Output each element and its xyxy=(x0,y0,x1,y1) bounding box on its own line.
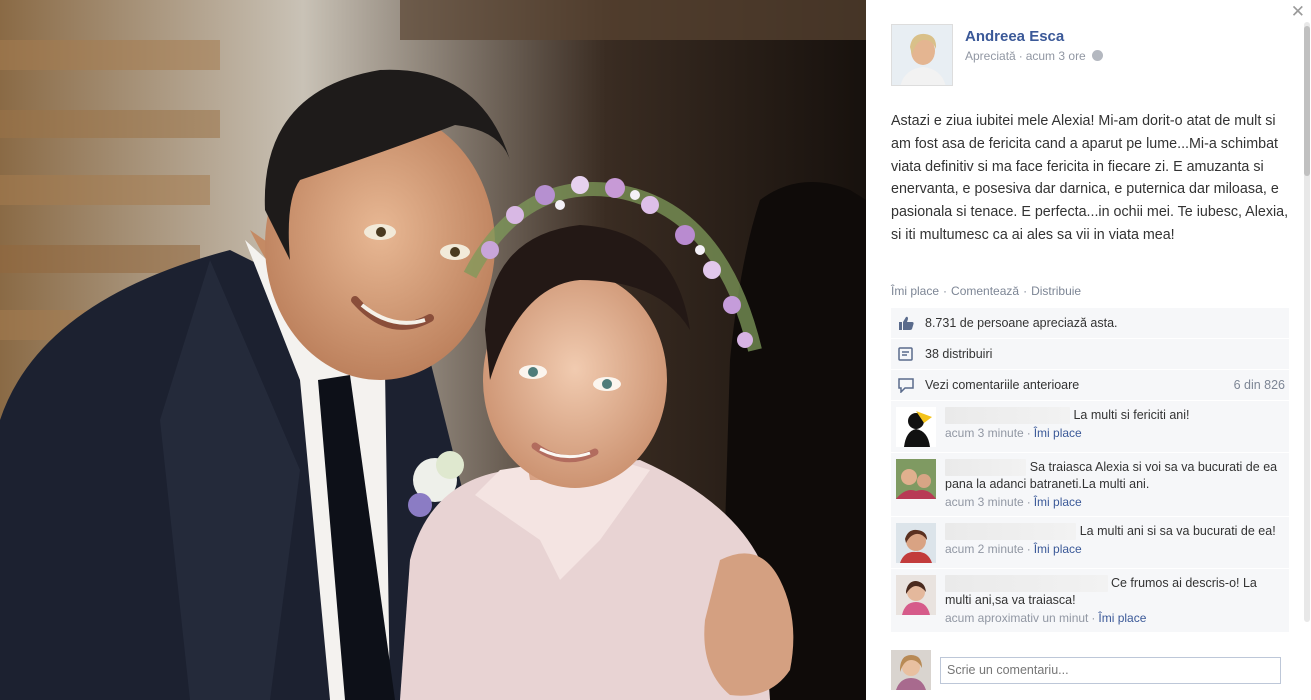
photo-viewer[interactable] xyxy=(0,0,866,700)
comment-time[interactable]: acum 2 minute xyxy=(945,542,1024,556)
commenter-avatar[interactable] xyxy=(896,523,936,563)
globe-icon[interactable] xyxy=(1092,50,1104,61)
shares-row[interactable]: 38 distribuiri xyxy=(891,339,1289,370)
comment-item: xxxxxxxxxxxxxxxxxxxx La multi si fericit… xyxy=(891,401,1289,453)
likes-row[interactable]: 8.731 de persoane apreciază asta. xyxy=(891,308,1289,339)
comment-time[interactable]: acum 3 minute xyxy=(945,495,1024,509)
author-name[interactable]: Andreea Esca xyxy=(965,28,1103,45)
share-action[interactable]: Distribuie xyxy=(1031,284,1081,298)
post-meta: Apreciată · acum 3 ore xyxy=(965,49,1104,63)
comment-item: xxxxxxxxxxxxx Sa traiasca Alexia si voi … xyxy=(891,453,1289,517)
post-actions: Îmi place · Comentează · Distribuie xyxy=(891,284,1082,298)
like-action[interactable]: Îmi place xyxy=(891,284,939,298)
commenter-name-redacted[interactable]: xxxxxxxxxxxxx xyxy=(945,459,1027,476)
comment-text: La multi si fericiti ani! xyxy=(1073,408,1190,422)
comment-like[interactable]: Îmi place xyxy=(1034,495,1082,509)
commenter-avatar[interactable] xyxy=(896,459,936,499)
comment-item: xxxxxxxxxxxxxxxxxxxxxxxxxx Ce frumos ai … xyxy=(891,569,1289,633)
view-previous-comments[interactable]: Vezi comentariile anterioare xyxy=(925,378,1079,392)
comment-like[interactable]: Îmi place xyxy=(1098,611,1146,625)
comment-bubble-icon xyxy=(896,377,916,393)
scrollbar-thumb[interactable] xyxy=(1304,26,1310,176)
comment-item: xxxxxxxxxxxxxxxxxxxxx La multi ani si sa… xyxy=(891,517,1289,569)
post-panel: ✕ Andreea Esca Apreciată · acum 3 ore Asta… xyxy=(866,0,1311,700)
author-avatar[interactable] xyxy=(891,24,953,86)
post-author: Andreea Esca Apreciată · acum 3 ore xyxy=(891,24,1104,86)
comment-time[interactable]: acum aproximativ un minut xyxy=(945,611,1088,625)
close-icon[interactable]: ✕ xyxy=(1291,2,1305,22)
comment-like[interactable]: Îmi place xyxy=(1034,426,1082,440)
shares-count[interactable]: 38 distribuiri xyxy=(925,347,992,361)
post-feedback: 8.731 de persoane apreciază asta. 38 dis… xyxy=(891,308,1289,633)
post-text: Astazi e ziua iubitei mele Alexia! Mi-am… xyxy=(891,113,1289,243)
share-icon xyxy=(896,346,916,362)
likes-count[interactable]: 8.731 de persoane apreciază asta. xyxy=(925,316,1118,330)
comment-input[interactable] xyxy=(940,656,1281,684)
author-category[interactable]: Apreciată xyxy=(965,49,1016,63)
comment-text: La multi ani si sa va bucurati de ea! xyxy=(1079,524,1276,538)
commenter-avatar[interactable] xyxy=(896,575,936,615)
current-user-avatar[interactable] xyxy=(891,650,931,690)
commenter-name-redacted[interactable]: xxxxxxxxxxxxxxxxxxxxx xyxy=(945,523,1077,540)
comment-like[interactable]: Îmi place xyxy=(1034,542,1082,556)
post-time[interactable]: acum 3 ore xyxy=(1026,49,1086,63)
comment-action[interactable]: Comentează xyxy=(951,284,1019,298)
comment-time[interactable]: acum 3 minute xyxy=(945,426,1024,440)
commenter-name-redacted[interactable]: xxxxxxxxxxxxxxxxxxxxxxxxxx xyxy=(945,575,1108,592)
comment-composer xyxy=(891,650,1289,690)
commenter-name-redacted[interactable]: xxxxxxxxxxxxxxxxxxxx xyxy=(945,407,1070,424)
view-previous-row[interactable]: Vezi comentariile anterioare 6 din 826 xyxy=(891,370,1289,401)
comment-count: 6 din 826 xyxy=(1233,378,1285,392)
thumbs-up-icon xyxy=(896,315,916,331)
commenter-avatar[interactable] xyxy=(896,407,936,447)
photo-man-and-girl xyxy=(0,0,866,700)
